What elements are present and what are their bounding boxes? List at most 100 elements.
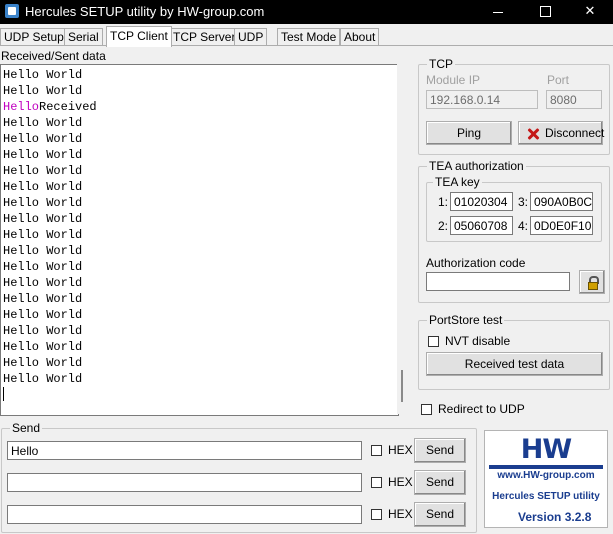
received-text: Hello World [3,340,83,354]
minimize-button[interactable] [475,0,521,24]
port-label: Port [547,73,570,87]
send-field-1[interactable]: Hello [7,441,362,460]
received-label: Received/Sent data [1,49,106,63]
key2-field[interactable]: 05060708 [450,216,513,235]
received-data-box[interactable]: Hello World Hello World HelloReceived Hello… [0,64,399,416]
tab-tcp-client[interactable]: TCP Client [106,26,172,47]
nvt-disable-checkbox[interactable] [428,336,439,347]
send-field-3[interactable] [7,505,362,524]
module-ip-label: Module IP [426,73,481,87]
received-line: Hello World [3,163,97,179]
received-text: Hello World [3,212,83,226]
send-button-2[interactable]: Send [414,470,466,495]
logo-brand: HW [520,434,572,465]
hex-label-2: HEX [388,475,413,489]
received-text: Hello World [3,228,83,242]
received-line: Hello World [3,259,97,275]
received-line: Hello World [3,307,97,323]
key4-field[interactable]: 0D0E0F10 [530,216,593,235]
logo-product: Hercules SETUP utility [492,491,600,502]
hex-checkbox-2[interactable] [371,477,382,488]
ping-label: Ping [456,126,482,140]
sent-text: Hello [3,100,40,114]
received-test-data-label: Received test data [464,357,565,371]
received-line: Hello World [3,227,97,243]
disconnect-button[interactable]: Disconnect [518,121,605,145]
hex-label-3: HEX [388,507,413,521]
lock-button[interactable] [579,270,605,294]
tcp-legend: TCP [427,57,455,71]
received-text: Hello World [3,276,83,290]
hex-label-1: HEX [388,443,413,457]
lock-icon [588,276,599,290]
key4-label: 4: [518,219,529,233]
logo-bar [489,465,603,469]
received-line: Hello World [3,67,97,83]
received-lines: Hello World Hello World HelloReceived Hello… [3,67,97,387]
received-text: Hello World [3,244,83,258]
received-line: HelloReceived [3,99,97,115]
send-button-1[interactable]: Send [414,438,466,463]
received-line: Hello World [3,195,97,211]
received-line: Hello World [3,323,97,339]
key3-label: 3: [518,195,529,209]
received-text: Hello World [3,180,83,194]
authorization-code-label: Authorization code [426,256,526,270]
tab-test-mode[interactable]: Test Mode [277,28,341,46]
send-button-1-label: Send [425,443,455,457]
nvt-disable-label: NVT disable [445,334,511,348]
hw-group-logo[interactable]: HW www.HW-group.com Hercules SETUP utili… [484,430,608,528]
scrollbar-thumb[interactable] [401,370,403,402]
tab-serial[interactable]: Serial [64,28,103,46]
ping-button[interactable]: Ping [426,121,512,145]
received-text: Hello World [3,164,83,178]
portstore-legend: PortStore test [427,313,505,327]
close-button[interactable]: ✕ [567,0,613,24]
received-line: Hello World [3,371,97,387]
window-title: Hercules SETUP utility by HW-group.com [25,4,265,19]
received-text: Hello World [3,132,83,146]
send-button-2-label: Send [425,475,455,489]
redirect-udp-label: Redirect to UDP [438,402,525,416]
maximize-button[interactable] [522,0,568,24]
received-line: Hello World [3,275,97,291]
received-line: Hello World [3,211,97,227]
disconnect-icon [526,127,540,141]
received-text: Hello World [3,372,83,386]
send-field-2[interactable] [7,473,362,492]
key1-field[interactable]: 01020304 [450,192,513,211]
hex-checkbox-3[interactable] [371,509,382,520]
received-line: Hello World [3,83,97,99]
received-test-data-button[interactable]: Received test data [426,352,603,376]
received-line: Hello World [3,291,97,307]
text-cursor [3,387,4,401]
received-line: Hello World [3,243,97,259]
received-text: Received [39,100,97,114]
disconnect-label: Disconnect [545,126,605,140]
received-line: Hello World [3,115,97,131]
received-line: Hello World [3,179,97,195]
authorization-code-field[interactable] [426,272,570,291]
received-text: Hello World [3,308,83,322]
port-field[interactable]: 8080 [546,90,602,109]
tea-legend: TEA authorization [427,159,526,173]
logo-site: www.HW-group.com [497,470,595,481]
received-scrollbar[interactable] [397,64,410,414]
received-text: Hello World [3,292,83,306]
received-text: Hello World [3,260,83,274]
received-line: Hello World [3,355,97,371]
tab-udp-setup[interactable]: UDP Setup [0,28,68,46]
hex-checkbox-1[interactable] [371,445,382,456]
title-bar: Hercules SETUP utility by HW-group.com ✕ [0,0,613,24]
tab-tcp-server[interactable]: TCP Server [169,28,240,46]
app-icon [5,4,19,18]
redirect-udp-checkbox[interactable] [421,404,432,415]
send-button-3[interactable]: Send [414,502,466,527]
tea-key-legend: TEA key [433,175,482,189]
received-text: Hello World [3,116,83,130]
module-ip-field[interactable]: 192.168.0.14 [426,90,538,109]
received-text: Hello World [3,324,83,338]
tab-udp[interactable]: UDP [234,28,268,46]
tab-about[interactable]: About [340,28,380,46]
key3-field[interactable]: 090A0B0C [530,192,593,211]
